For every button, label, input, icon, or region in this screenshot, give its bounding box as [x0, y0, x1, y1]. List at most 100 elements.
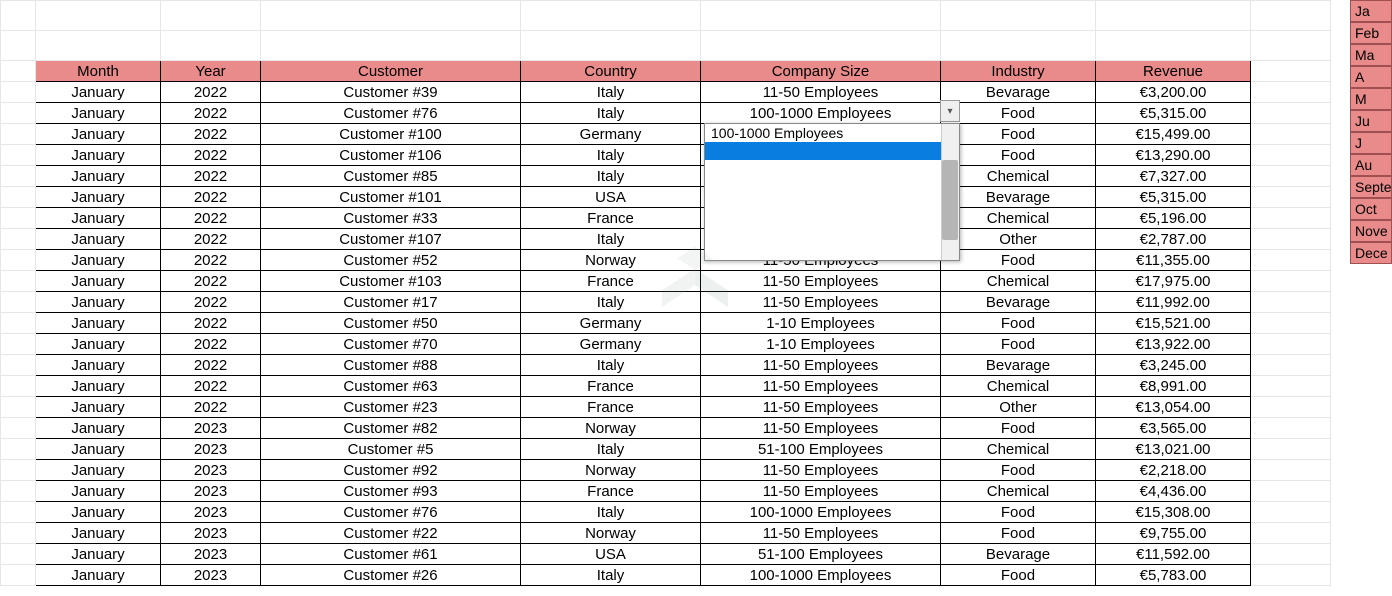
empty-cell[interactable]: [1251, 61, 1331, 82]
gutter-cell[interactable]: [1, 292, 36, 313]
gutter-cell[interactable]: [1, 103, 36, 124]
empty-cell[interactable]: [521, 31, 701, 61]
cell-country[interactable]: France: [521, 397, 701, 418]
cell-year[interactable]: 2023: [161, 565, 261, 586]
slicer-item[interactable]: J: [1350, 132, 1392, 154]
cell-revenue[interactable]: €13,021.00: [1096, 439, 1251, 460]
cell-month[interactable]: January: [36, 397, 161, 418]
gutter-cell[interactable]: [1, 523, 36, 544]
slicer-item[interactable]: A: [1350, 66, 1392, 88]
empty-cell[interactable]: [1251, 1, 1331, 31]
gutter-cell[interactable]: [1, 397, 36, 418]
cell-country[interactable]: Italy: [521, 292, 701, 313]
cell-size[interactable]: 11-50 Employees: [701, 82, 941, 103]
cell-year[interactable]: 2022: [161, 334, 261, 355]
empty-cell[interactable]: [1251, 166, 1331, 187]
cell-revenue[interactable]: €7,327.00: [1096, 166, 1251, 187]
empty-cell[interactable]: [261, 31, 521, 61]
cell-customer[interactable]: Customer #106: [261, 145, 521, 166]
empty-cell[interactable]: [521, 1, 701, 31]
cell-industry[interactable]: Chemical: [941, 271, 1096, 292]
empty-cell[interactable]: [1251, 313, 1331, 334]
cell-country[interactable]: USA: [521, 544, 701, 565]
cell-size[interactable]: 11-50 Employees: [701, 271, 941, 292]
cell-size[interactable]: 11-50 Employees: [701, 355, 941, 376]
gutter-cell[interactable]: [1, 187, 36, 208]
empty-cell[interactable]: [1251, 565, 1331, 586]
empty-cell[interactable]: [1251, 103, 1331, 124]
cell-month[interactable]: January: [36, 82, 161, 103]
cell-industry[interactable]: Food: [941, 565, 1096, 586]
cell-country[interactable]: Italy: [521, 145, 701, 166]
cell-industry[interactable]: Chemical: [941, 376, 1096, 397]
empty-cell[interactable]: [941, 31, 1096, 61]
cell-month[interactable]: January: [36, 481, 161, 502]
cell-year[interactable]: 2022: [161, 250, 261, 271]
cell-industry[interactable]: Chemical: [941, 208, 1096, 229]
slicer-item[interactable]: Ju: [1350, 110, 1392, 132]
cell-month[interactable]: January: [36, 460, 161, 481]
cell-industry[interactable]: Other: [941, 229, 1096, 250]
gutter-cell[interactable]: [1, 61, 36, 82]
cell-customer[interactable]: Customer #100: [261, 124, 521, 145]
cell-size[interactable]: 100-1000 Employees: [701, 502, 941, 523]
cell-size[interactable]: 1-10 Employees: [701, 334, 941, 355]
slicer-item[interactable]: Feb: [1350, 22, 1392, 44]
cell-industry[interactable]: Food: [941, 502, 1096, 523]
empty-cell[interactable]: [1251, 544, 1331, 565]
cell-year[interactable]: 2023: [161, 502, 261, 523]
cell-revenue[interactable]: €3,245.00: [1096, 355, 1251, 376]
gutter-cell[interactable]: [1, 271, 36, 292]
cell-country[interactable]: Italy: [521, 166, 701, 187]
empty-cell[interactable]: [36, 1, 161, 31]
dropdown-option[interactable]: 100-1000 Employees: [705, 124, 959, 142]
cell-year[interactable]: 2023: [161, 523, 261, 544]
empty-cell[interactable]: [1251, 481, 1331, 502]
cell-industry[interactable]: Food: [941, 460, 1096, 481]
cell-country[interactable]: France: [521, 376, 701, 397]
empty-cell[interactable]: [1251, 376, 1331, 397]
cell-size[interactable]: 100-1000 Employees: [701, 103, 941, 124]
empty-cell[interactable]: [1251, 82, 1331, 103]
cell-country[interactable]: Italy: [521, 229, 701, 250]
cell-country[interactable]: Norway: [521, 460, 701, 481]
cell-year[interactable]: 2022: [161, 145, 261, 166]
cell-month[interactable]: January: [36, 439, 161, 460]
cell-revenue[interactable]: €3,565.00: [1096, 418, 1251, 439]
cell-month[interactable]: January: [36, 565, 161, 586]
cell-year[interactable]: 2022: [161, 376, 261, 397]
empty-cell[interactable]: [941, 1, 1096, 31]
cell-year[interactable]: 2022: [161, 397, 261, 418]
cell-country[interactable]: Italy: [521, 565, 701, 586]
cell-year[interactable]: 2023: [161, 439, 261, 460]
cell-country[interactable]: Italy: [521, 355, 701, 376]
empty-cell[interactable]: [1251, 334, 1331, 355]
slicer-item[interactable]: Nove: [1350, 220, 1392, 242]
gutter-cell[interactable]: [1, 502, 36, 523]
cell-month[interactable]: January: [36, 418, 161, 439]
cell-country[interactable]: Italy: [521, 439, 701, 460]
cell-industry[interactable]: Food: [941, 523, 1096, 544]
empty-cell[interactable]: [161, 31, 261, 61]
cell-industry[interactable]: Bevarage: [941, 82, 1096, 103]
cell-revenue[interactable]: €15,521.00: [1096, 313, 1251, 334]
cell-industry[interactable]: Food: [941, 334, 1096, 355]
empty-cell[interactable]: [701, 31, 941, 61]
cell-year[interactable]: 2022: [161, 229, 261, 250]
cell-industry[interactable]: Food: [941, 313, 1096, 334]
cell-revenue[interactable]: €5,783.00: [1096, 565, 1251, 586]
cell-revenue[interactable]: €5,196.00: [1096, 208, 1251, 229]
cell-month[interactable]: January: [36, 187, 161, 208]
cell-country[interactable]: Germany: [521, 334, 701, 355]
cell-customer[interactable]: Customer #82: [261, 418, 521, 439]
cell-customer[interactable]: Customer #88: [261, 355, 521, 376]
cell-size[interactable]: 51-100 Employees: [701, 544, 941, 565]
cell-customer[interactable]: Customer #76: [261, 103, 521, 124]
cell-month[interactable]: January: [36, 103, 161, 124]
cell-revenue[interactable]: €11,992.00: [1096, 292, 1251, 313]
cell-month[interactable]: January: [36, 145, 161, 166]
cell-customer[interactable]: Customer #63: [261, 376, 521, 397]
cell-year[interactable]: 2022: [161, 271, 261, 292]
empty-cell[interactable]: [1251, 271, 1331, 292]
gutter-cell[interactable]: [1, 418, 36, 439]
